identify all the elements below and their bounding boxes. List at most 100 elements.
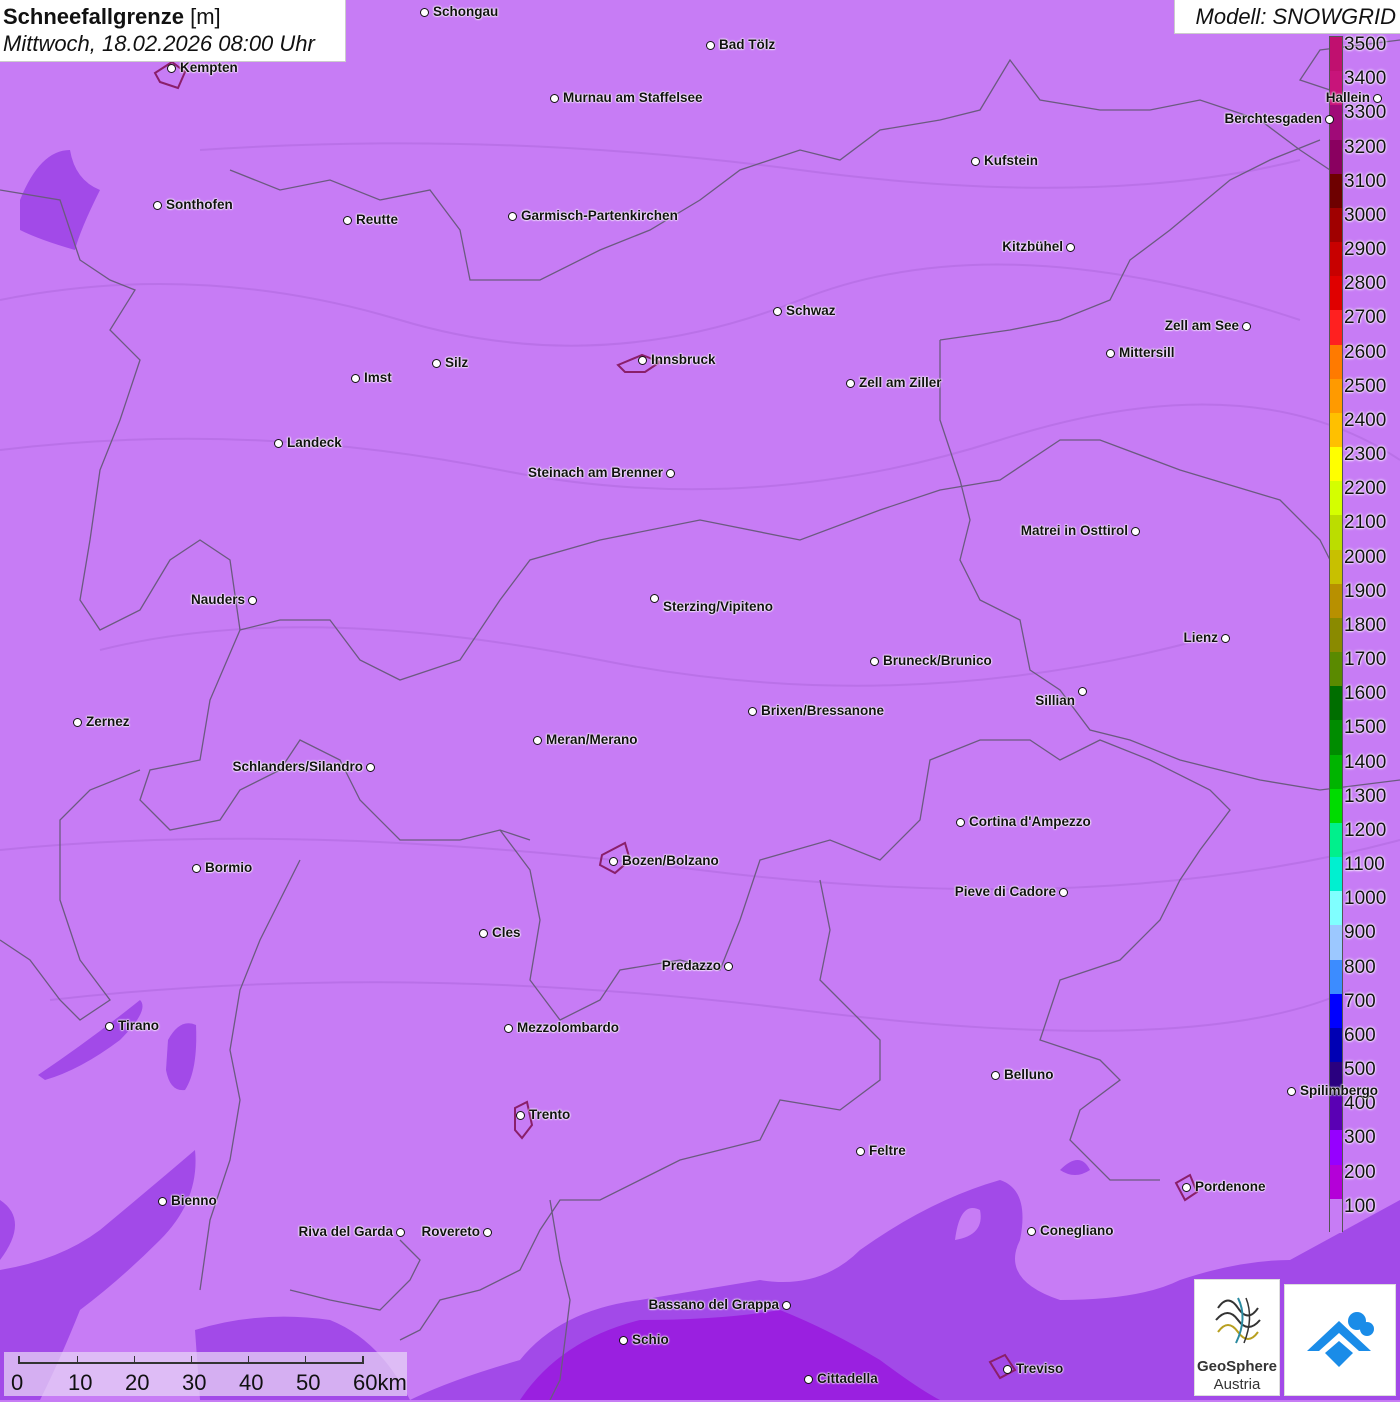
city-marker-bienno[interactable]: [158, 1197, 167, 1206]
city-marker-bad-t-lz[interactable]: [706, 41, 715, 50]
map-title-box: Schneefallgrenze [m] Mittwoch, 18.02.202…: [0, 0, 346, 62]
map-title: Schneefallgrenze [m]: [3, 4, 345, 30]
city-marker-schio[interactable]: [619, 1336, 628, 1345]
forecast-datetime: Mittwoch, 18.02.2026 08:00 Uhr: [3, 31, 315, 56]
legend-label: 700: [1344, 990, 1376, 1012]
city-marker-mezzolombardo[interactable]: [504, 1024, 513, 1033]
city-marker-conegliano[interactable]: [1027, 1227, 1036, 1236]
legend-swatch: [1330, 720, 1342, 756]
city-label-bozen-bolzano: Bozen/Bolzano: [622, 853, 719, 868]
city-marker-innsbruck[interactable]: [638, 356, 647, 365]
app-logo[interactable]: [1284, 1284, 1396, 1396]
city-marker-reutte[interactable]: [343, 216, 352, 225]
city-marker-matrei-in-osttirol[interactable]: [1131, 527, 1140, 536]
city-label-spilimbergo: Spilimbergo: [1300, 1083, 1379, 1098]
legend-swatch: [1330, 857, 1342, 892]
city-label-mezzolombardo: Mezzolombardo: [517, 1020, 620, 1035]
city-marker-steinach-am-brenner[interactable]: [666, 469, 675, 478]
city-marker-berchtesgaden[interactable]: [1325, 115, 1334, 124]
scale-number: 60km: [353, 1370, 407, 1395]
city-label-zernez: Zernez: [86, 714, 130, 729]
city-marker-imst[interactable]: [351, 374, 360, 383]
scale-number: 20: [125, 1370, 150, 1395]
legend-label: 3200: [1344, 136, 1387, 158]
city-marker-hallein[interactable]: [1373, 94, 1382, 103]
model-label: Modell: SNOWGRID: [1174, 0, 1400, 34]
city-label-meran-merano: Meran/Merano: [546, 732, 638, 747]
city-marker-bormio[interactable]: [192, 864, 201, 873]
city-marker-bassano-del-grappa[interactable]: [782, 1301, 791, 1310]
legend-label: 2500: [1344, 375, 1387, 397]
legend-label: 1100: [1344, 854, 1385, 876]
city-marker-garmisch-partenkirchen[interactable]: [508, 212, 517, 221]
legend-label: 3000: [1344, 204, 1387, 226]
legend-label: 2800: [1344, 273, 1387, 295]
legend-label: 1600: [1344, 683, 1387, 705]
city-marker-bruneck-brunico[interactable]: [870, 657, 879, 666]
legend-swatch: [1330, 754, 1342, 790]
title-unit: [m]: [190, 4, 221, 29]
city-marker-nauders[interactable]: [248, 596, 257, 605]
city-marker-sonthofen[interactable]: [153, 201, 162, 210]
legend-label: 2100: [1344, 512, 1387, 534]
city-marker-landeck[interactable]: [274, 439, 283, 448]
legend-swatch: [1330, 1027, 1342, 1063]
city-marker-rovereto[interactable]: [483, 1228, 492, 1237]
legend-swatch: [1330, 1130, 1342, 1166]
city-marker-sterzing-vipiteno[interactable]: [650, 594, 659, 603]
city-marker-feltre[interactable]: [856, 1147, 865, 1156]
legend-label: 2300: [1344, 444, 1387, 466]
city-marker-predazzo[interactable]: [724, 962, 733, 971]
city-label-schio: Schio: [632, 1332, 669, 1347]
city-marker-murnau-am-staffelsee[interactable]: [550, 94, 559, 103]
city-marker-zell-am-see[interactable]: [1242, 322, 1251, 331]
city-marker-silz[interactable]: [432, 359, 441, 368]
city-marker-schwaz[interactable]: [773, 307, 782, 316]
scale-number: 0: [11, 1370, 24, 1395]
city-marker-pordenone[interactable]: [1182, 1183, 1191, 1192]
city-marker-pieve-di-cadore[interactable]: [1059, 888, 1068, 897]
city-marker-cortina-d-ampezzo[interactable]: [956, 818, 965, 827]
city-marker-zell-am-ziller[interactable]: [846, 379, 855, 388]
city-marker-sillian[interactable]: [1078, 687, 1087, 696]
city-label-tirano: Tirano: [118, 1018, 160, 1033]
city-label-berchtesgaden: Berchtesgaden: [1224, 111, 1322, 126]
city-marker-meran-merano[interactable]: [533, 736, 542, 745]
legend-label: 1300: [1344, 785, 1387, 807]
city-label-garmisch-partenkirchen: Garmisch-Partenkirchen: [521, 208, 678, 223]
city-marker-cles[interactable]: [479, 929, 488, 938]
legend-swatch: [1330, 652, 1342, 687]
city-label-silz: Silz: [445, 355, 469, 370]
city-marker-trento[interactable]: [516, 1111, 525, 1120]
legend-swatch: [1330, 925, 1342, 961]
city-marker-bozen-bolzano[interactable]: [609, 857, 618, 866]
city-label-feltre: Feltre: [869, 1143, 906, 1158]
city-marker-spilimbergo[interactable]: [1287, 1087, 1296, 1096]
city-marker-kitzb-hel[interactable]: [1066, 243, 1075, 252]
city-label-kufstein: Kufstein: [984, 153, 1038, 168]
city-marker-brixen-bressanone[interactable]: [748, 707, 757, 716]
city-marker-tirano[interactable]: [105, 1022, 114, 1031]
legend-swatch: [1330, 1164, 1342, 1200]
city-marker-cittadella[interactable]: [804, 1375, 813, 1384]
legend-swatch: [1330, 1198, 1342, 1234]
city-marker-kufstein[interactable]: [971, 157, 980, 166]
legend-swatch: [1330, 412, 1342, 448]
city-marker-lienz[interactable]: [1221, 634, 1230, 643]
city-marker-schongau[interactable]: [420, 8, 429, 17]
city-marker-riva-del-garda[interactable]: [396, 1228, 405, 1237]
city-marker-schlanders-silandro[interactable]: [366, 763, 375, 772]
city-marker-treviso[interactable]: [1003, 1365, 1012, 1374]
city-label-sillian: Sillian: [1035, 693, 1075, 708]
legend-label: 1200: [1344, 819, 1387, 841]
geosphere-logo[interactable]: GeoSphere Austria: [1194, 1279, 1280, 1396]
city-marker-mittersill[interactable]: [1106, 349, 1115, 358]
city-label-bassano-del-grappa: Bassano del Grappa: [648, 1297, 779, 1312]
geosphere-name: GeoSphere: [1196, 1358, 1278, 1375]
city-marker-kempten[interactable]: [167, 64, 176, 73]
city-marker-zernez[interactable]: [73, 718, 82, 727]
city-label-bienno: Bienno: [171, 1193, 217, 1208]
city-marker-belluno[interactable]: [991, 1071, 1000, 1080]
city-label-nauders: Nauders: [190, 592, 245, 607]
legend-swatch: [1330, 344, 1342, 380]
